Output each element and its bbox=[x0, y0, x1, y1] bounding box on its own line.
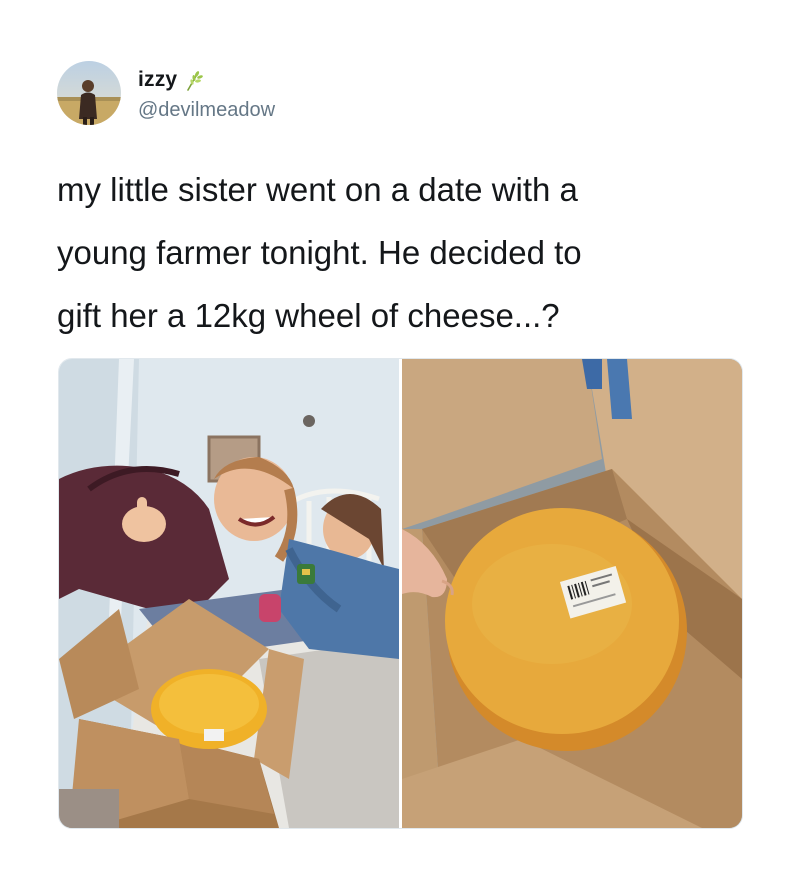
tweet-media-grid bbox=[58, 358, 743, 829]
name-row: izzy bbox=[138, 65, 275, 95]
tweet-header: izzy @devilmeadow bbox=[57, 60, 275, 126]
wheat-sprig-icon bbox=[183, 68, 207, 92]
user-handle[interactable]: @devilmeadow bbox=[138, 99, 275, 122]
tweet-photo-right[interactable] bbox=[402, 359, 742, 828]
user-names: izzy @devilmeadow bbox=[138, 65, 275, 122]
tweet-photo-left[interactable] bbox=[59, 359, 399, 828]
display-name[interactable]: izzy bbox=[138, 68, 177, 92]
tweet-text: my little sister went on a date with a y… bbox=[57, 171, 582, 334]
avatar[interactable] bbox=[57, 61, 121, 125]
